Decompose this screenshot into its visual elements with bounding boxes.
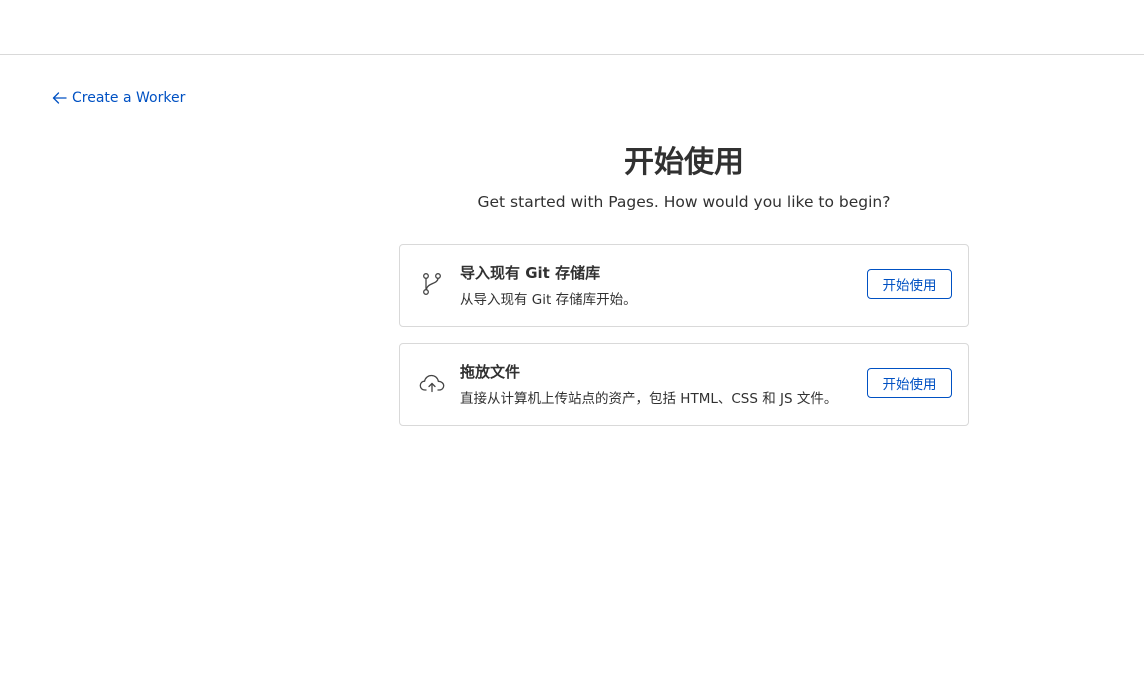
back-link-label: Create a Worker [72, 90, 186, 106]
card-title: 拖放文件 [460, 363, 521, 381]
import-git-start-button[interactable]: 开始使用 [867, 269, 952, 299]
import-git-repo-card: 导入现有 Git 存储库 从导入现有 Git 存储库开始。 开始使用 [399, 244, 969, 327]
page-title: 开始使用 [624, 145, 744, 180]
back-to-create-worker-link[interactable]: Create a Worker [52, 88, 185, 108]
upload-files-start-button[interactable]: 开始使用 [867, 368, 952, 398]
arrow-left-icon [52, 91, 67, 105]
card-title: 导入现有 Git 存储库 [460, 264, 601, 282]
card-description: 直接从计算机上传站点的资产，包括 HTML、CSS 和 JS 文件。 [460, 391, 838, 407]
page-subtitle: Get started with Pages. How would you li… [477, 193, 891, 211]
git-branch-icon [419, 271, 445, 297]
cloud-upload-icon [419, 370, 445, 396]
card-description: 从导入现有 Git 存储库开始。 [460, 292, 637, 308]
drag-drop-files-card: 拖放文件 直接从计算机上传站点的资产，包括 HTML、CSS 和 JS 文件。 … [399, 343, 969, 426]
top-bar [0, 0, 1144, 55]
